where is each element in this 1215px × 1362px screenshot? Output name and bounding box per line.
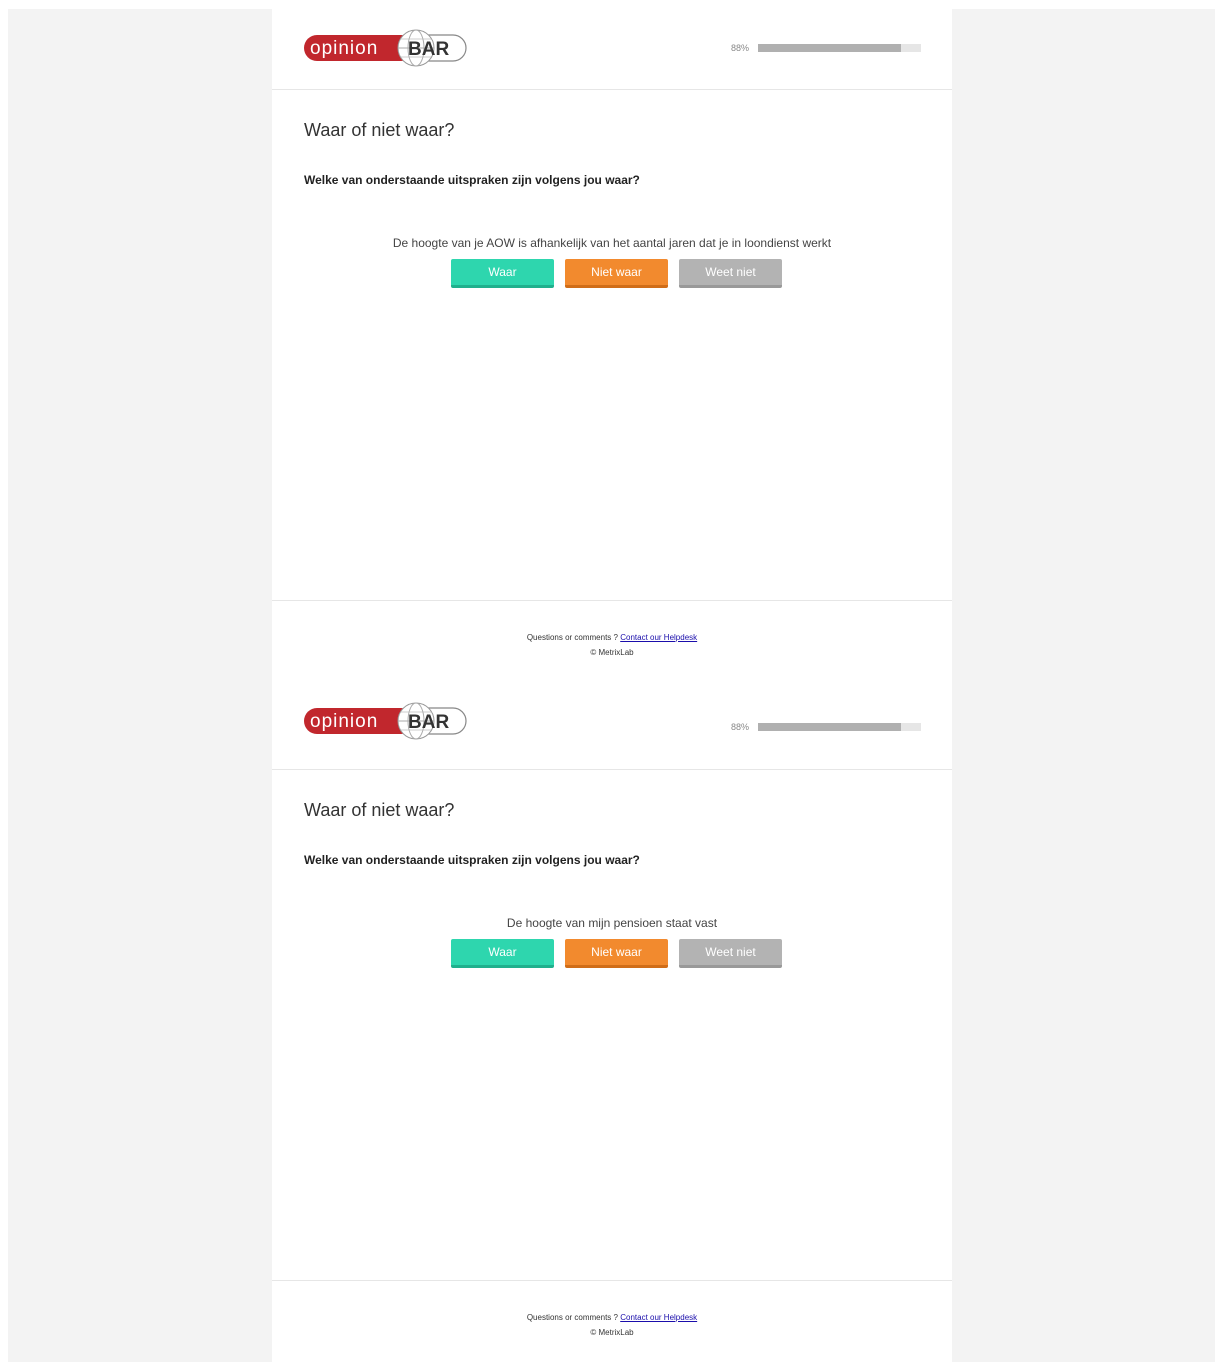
answer-buttons: Waar Niet waar Weet niet [451, 939, 782, 968]
top-strip [0, 0, 1215, 9]
footer-prefix: Questions or comments ? [526, 1313, 618, 1322]
question-text: Welke van onderstaande uitspraken zijn v… [304, 853, 640, 867]
progress-indicator: 88% [731, 43, 921, 53]
helpdesk-link[interactable]: Contact our Helpdesk [620, 1313, 697, 1322]
survey-footer: Questions or comments ? Contact our Help… [272, 1281, 952, 1361]
survey-footer: Questions or comments ? Contact our Help… [272, 601, 952, 681]
progress-label: 88% [730, 43, 749, 53]
true-button[interactable]: Waar [451, 939, 554, 968]
progress-bar [758, 44, 921, 52]
dont-know-button[interactable]: Weet niet [679, 939, 782, 968]
helpdesk-link[interactable]: Contact our Helpdesk [620, 633, 697, 642]
true-button[interactable]: Waar [451, 259, 554, 288]
page-title: Waar of niet waar? [304, 800, 455, 820]
survey-header: opinion BAR 88% [272, 680, 952, 770]
survey-content: Waar of niet waar? Welke van onderstaand… [272, 770, 952, 1281]
question-text: Welke van onderstaande uitspraken zijn v… [304, 173, 640, 187]
footer-prefix: Questions or comments ? [526, 633, 618, 642]
survey-header: opinion BAR 88% [272, 9, 952, 90]
answer-buttons: Waar Niet waar Weet niet [451, 259, 782, 288]
svg-text:BAR: BAR [408, 712, 449, 733]
survey-content: Waar of niet waar? Welke van onderstaand… [272, 90, 952, 601]
footer-copyright: © MetrixLab [590, 1328, 634, 1337]
progress-label: 88% [730, 722, 749, 732]
progress-indicator: 88% [731, 722, 921, 732]
footer-contact: Questions or comments ? Contact our Help… [272, 1281, 952, 1322]
progress-fill [758, 44, 902, 52]
svg-text:opinion: opinion [310, 711, 378, 732]
not-true-button[interactable]: Niet waar [565, 259, 668, 288]
survey-screen-2: opinion BAR 88% Waar of niet waar? Welke… [272, 680, 952, 1362]
survey-screen-1: opinion BAR 88% Waar of niet waar? Welke… [272, 9, 952, 680]
opinionbar-logo: opinion BAR [304, 702, 467, 740]
opinionbar-logo: opinion BAR [304, 29, 467, 67]
svg-text:opinion: opinion [310, 38, 378, 59]
statement-text: De hoogte van mijn pensioen staat vast [506, 916, 718, 930]
page-title: Waar of niet waar? [304, 120, 455, 140]
footer-copyright: © MetrixLab [590, 648, 634, 657]
svg-text:BAR: BAR [408, 39, 449, 60]
not-true-button[interactable]: Niet waar [565, 939, 668, 968]
left-edge [0, 0, 8, 1362]
footer-contact: Questions or comments ? Contact our Help… [272, 601, 952, 642]
statement-text: De hoogte van je AOW is afhankelijk van … [392, 236, 832, 250]
progress-bar [758, 723, 921, 731]
dont-know-button[interactable]: Weet niet [679, 259, 782, 288]
progress-fill [758, 723, 902, 731]
